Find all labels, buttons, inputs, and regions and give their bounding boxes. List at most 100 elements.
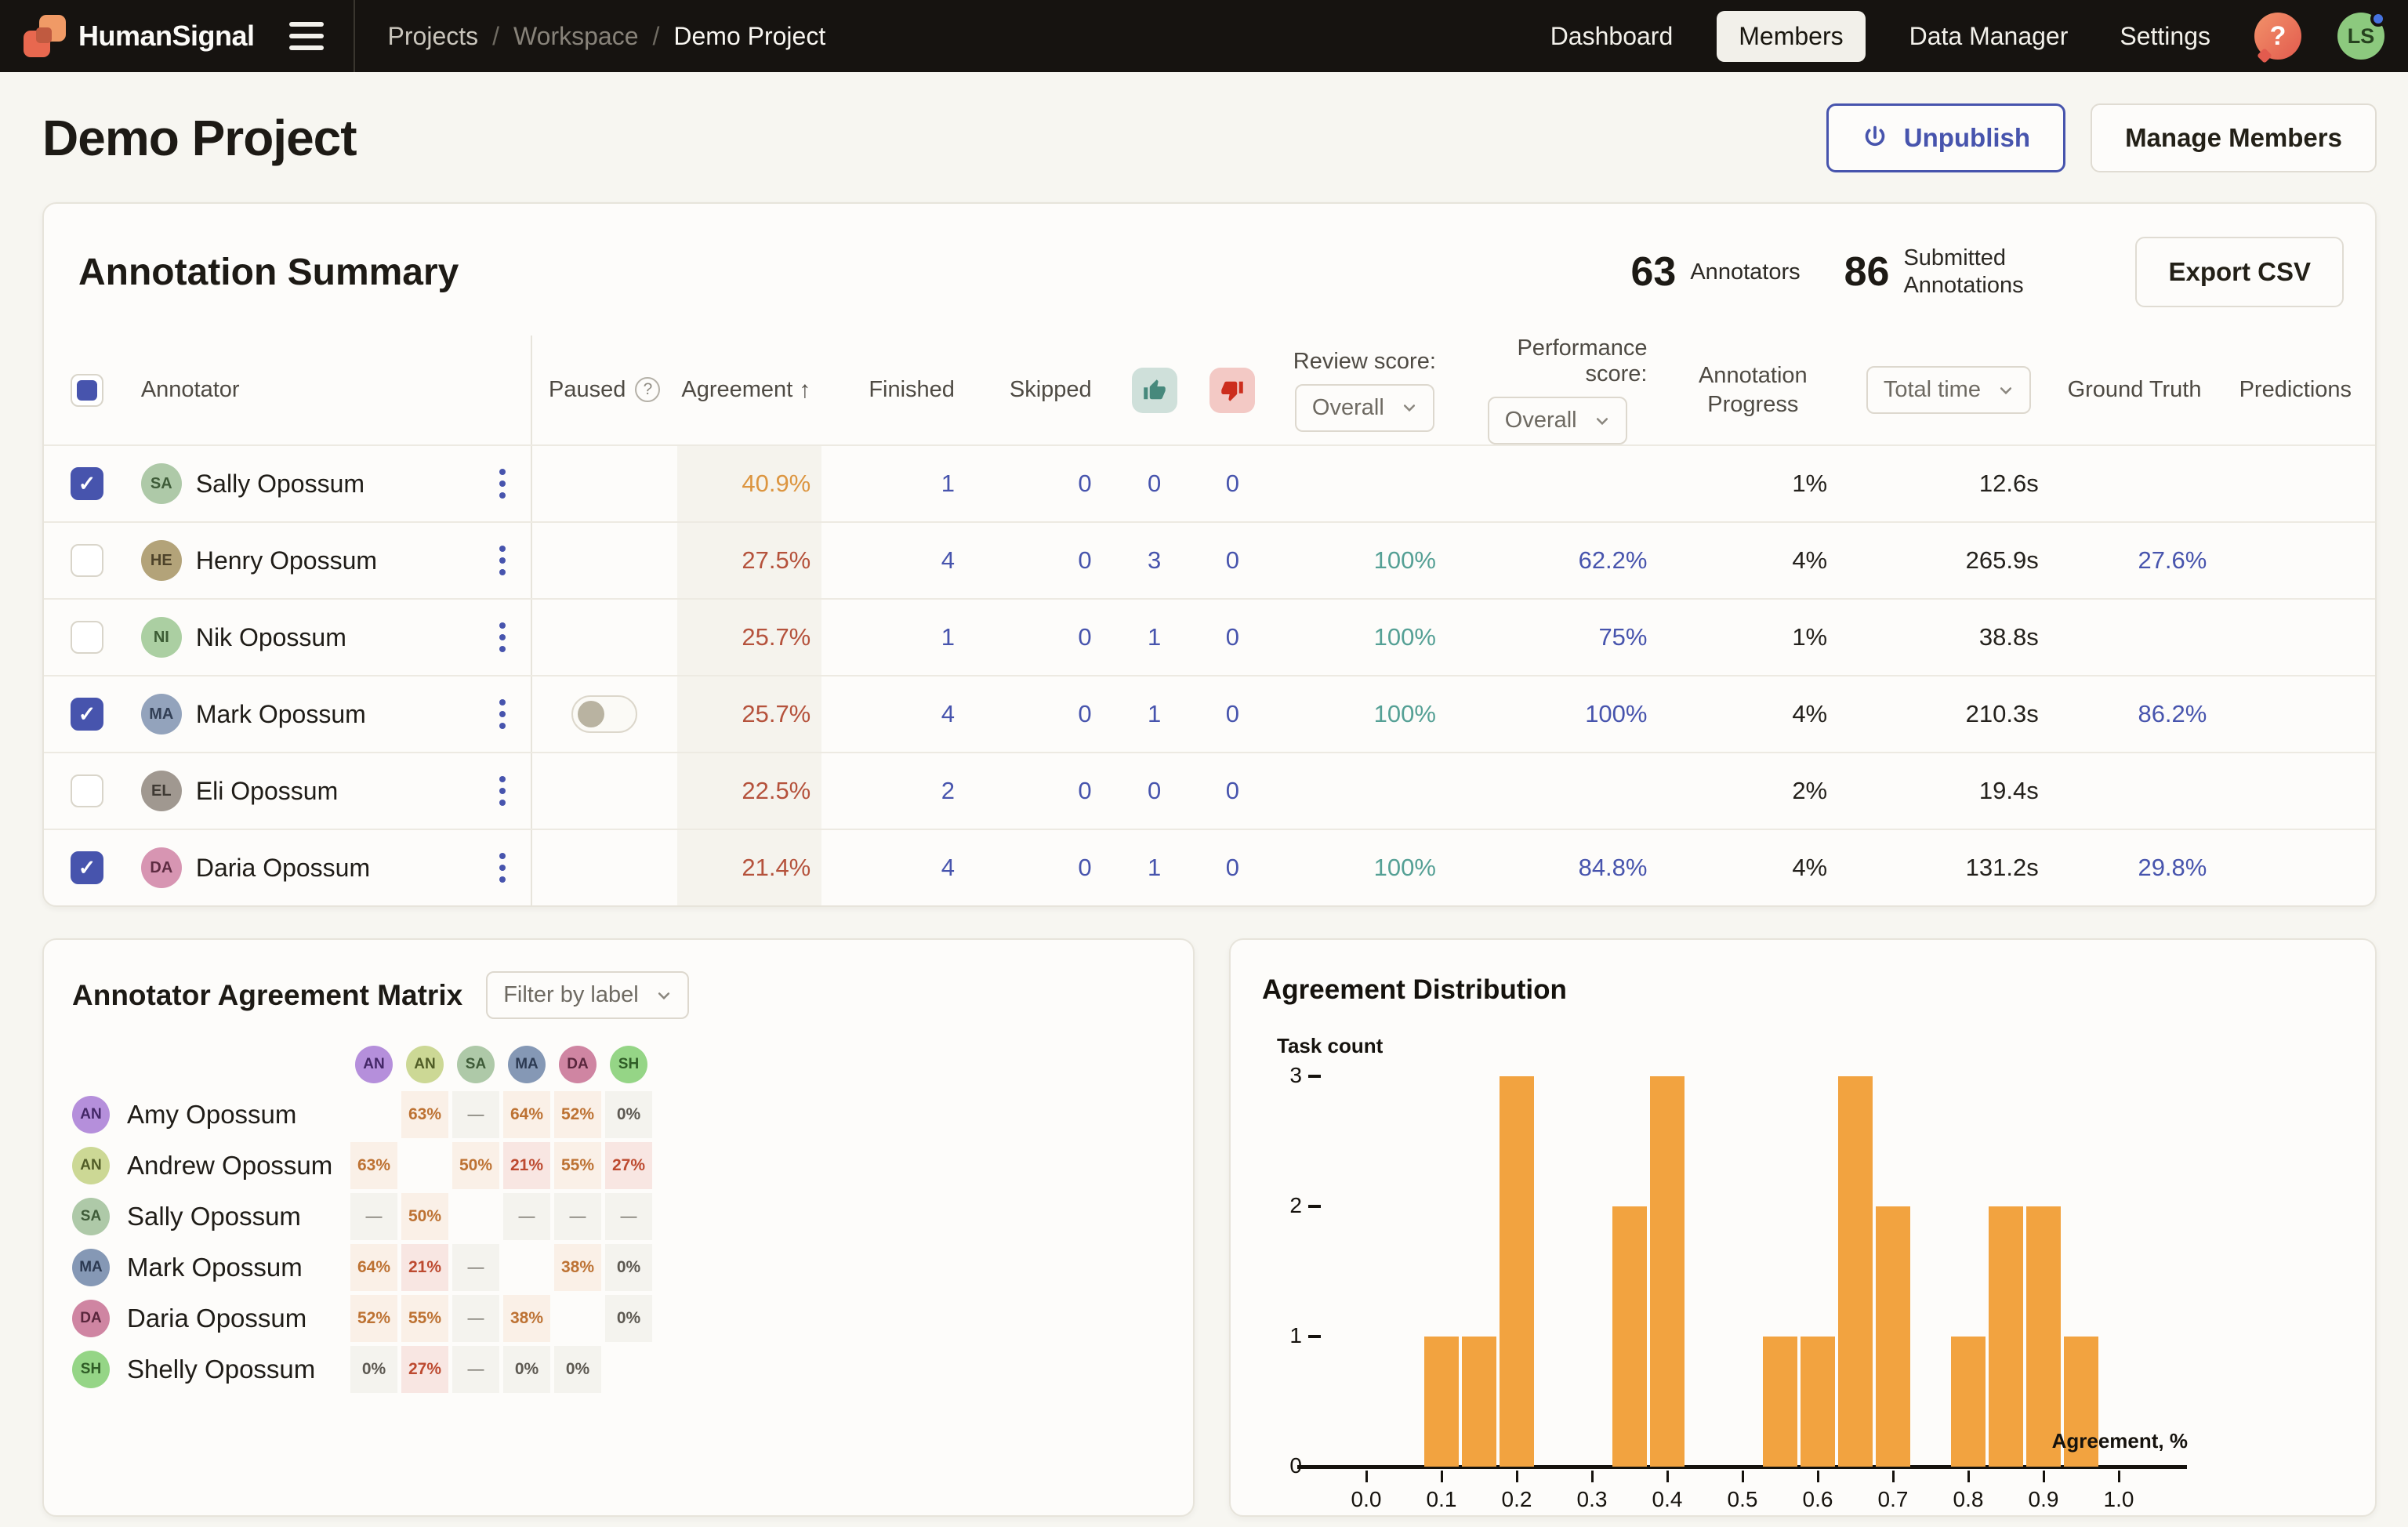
thumbs-up-count-value: 0: [1148, 470, 1161, 497]
agreement-value: 25.7%: [742, 700, 811, 728]
y-tick-mark: [1308, 1465, 1321, 1468]
matrix-cell: —: [452, 1346, 499, 1393]
chart-bar: [1989, 1206, 2022, 1467]
row-checkbox[interactable]: ✓: [71, 467, 103, 500]
header-annotator: Annotator: [141, 336, 532, 444]
x-tick-label: 0.8: [1933, 1487, 2004, 1512]
annotator-avatar: AN: [72, 1147, 110, 1184]
annotator-avatar: SA: [141, 463, 182, 504]
thumbs-down-count: 0: [1193, 546, 1271, 575]
matrix-row-label: SHShelly Opossum: [72, 1351, 350, 1388]
header-predictions: Predictions: [2214, 377, 2352, 403]
breadcrumb-workspace[interactable]: Workspace: [513, 22, 638, 51]
thumbs-down-icon: [1209, 368, 1255, 413]
y-tick-label: 2: [1263, 1193, 1302, 1218]
x-tick-mark: [1441, 1471, 1443, 1482]
matrix-cell: —: [452, 1244, 499, 1291]
row-menu-button[interactable]: [493, 462, 512, 505]
row-checkbox[interactable]: [71, 621, 103, 654]
header-select-cell: [71, 374, 141, 407]
finished-value: 4: [941, 546, 955, 574]
manage-members-button[interactable]: Manage Members: [2091, 103, 2377, 172]
y-tick-mark: [1308, 1075, 1321, 1078]
filter-by-label-dropdown[interactable]: Filter by label: [486, 971, 688, 1019]
row-checkbox[interactable]: ✓: [71, 851, 103, 884]
hamburger-menu-icon[interactable]: [289, 22, 324, 50]
matrix-cell: —: [452, 1091, 499, 1138]
row-select-cell: [71, 621, 141, 654]
row-menu-button[interactable]: [493, 539, 512, 582]
row-menu-button[interactable]: [493, 847, 512, 889]
x-tick-mark: [2118, 1471, 2120, 1482]
nav-members[interactable]: Members: [1717, 11, 1865, 62]
chart-bar: [1876, 1206, 1909, 1467]
matrix-row-label: MAMark Opossum: [72, 1249, 350, 1286]
review-score: 100%: [1271, 700, 1467, 728]
x-tick-mark: [1742, 1471, 1744, 1482]
header-finished: Finished: [821, 377, 978, 403]
nav-data-manager[interactable]: Data Manager: [1902, 11, 2076, 62]
total-time-dropdown[interactable]: Total time: [1866, 366, 2031, 414]
annotator-name: Daria Opossum: [196, 854, 370, 883]
agreement-distribution-card: Agreement Distribution Task count 01230.…: [1229, 938, 2377, 1517]
x-tick-mark: [1516, 1471, 1518, 1482]
paused-help-icon[interactable]: ?: [635, 377, 660, 402]
thumbs-down-count-value: 0: [1226, 700, 1239, 727]
annotation-progress: 2%: [1678, 777, 1859, 805]
row-checkbox[interactable]: ✓: [71, 698, 103, 731]
performance-score-value: 84.8%: [1579, 854, 1648, 881]
paused-cell: [532, 695, 677, 733]
row-menu-button[interactable]: [493, 770, 512, 812]
paused-toggle[interactable]: [571, 695, 637, 733]
annotator-name: Mark Opossum: [127, 1253, 303, 1282]
table-row: ELEli Opossum22.5%20002%19.4s: [44, 752, 2375, 829]
annotation-progress-value: 1%: [1792, 470, 1827, 497]
row-checkbox[interactable]: [71, 774, 103, 807]
matrix-cell: 55%: [554, 1142, 601, 1189]
review-score: 100%: [1271, 623, 1467, 651]
finished-value: 1: [941, 470, 955, 497]
annotator-avatar: DA: [559, 1046, 597, 1083]
export-csv-button[interactable]: Export CSV: [2135, 237, 2344, 307]
annotator-header-label: Annotator: [141, 377, 240, 403]
matrix-column-avatar: AN: [401, 1046, 448, 1083]
matrix-cell: 21%: [503, 1142, 550, 1189]
matrix-column-avatar: SH: [605, 1046, 652, 1083]
nav-settings[interactable]: Settings: [2112, 11, 2218, 62]
annotation-progress-value: 4%: [1792, 854, 1827, 881]
review-score-dropdown[interactable]: Overall: [1295, 384, 1434, 432]
row-menu-button[interactable]: [493, 616, 512, 658]
breadcrumb-projects[interactable]: Projects: [388, 22, 479, 51]
nav-dashboard[interactable]: Dashboard: [1543, 11, 1681, 62]
row-menu-button[interactable]: [493, 693, 512, 735]
thumbs-up-count-value: 1: [1148, 854, 1161, 881]
header-agreement[interactable]: Agreement ↑: [677, 336, 822, 444]
table-body: ✓SASally Opossum40.9%10001%12.6sHEHenry …: [44, 444, 2375, 905]
performance-score-dropdown[interactable]: Overall: [1488, 397, 1627, 444]
unpublish-button[interactable]: Unpublish: [1826, 103, 2065, 172]
submitted-count: 86: [1844, 248, 1890, 296]
row-checkbox[interactable]: [71, 544, 103, 577]
annotators-stat: 63 Annotators: [1631, 248, 1801, 296]
annotation-progress: 1%: [1678, 470, 1859, 498]
brand[interactable]: HumanSignal: [24, 15, 255, 57]
finished: 1: [821, 470, 978, 498]
matrix-head: Annotator Agreement Matrix Filter by lab…: [72, 971, 1165, 1019]
table-header: Annotator Paused ? Agreement ↑ Finished …: [44, 336, 2375, 444]
performance-score-value: 62.2%: [1579, 546, 1648, 574]
chevron-down-icon: [1998, 383, 2014, 398]
matrix-cell: 0%: [503, 1346, 550, 1393]
agreement-value: 40.9%: [742, 470, 811, 498]
skipped: 0: [978, 470, 1115, 498]
page: Demo Project Unpublish Manage Members An…: [0, 103, 2408, 1517]
user-avatar[interactable]: LS: [2337, 13, 2384, 60]
help-icon[interactable]: ?: [2254, 13, 2301, 60]
chart-bar: [1500, 1076, 1533, 1467]
total-time: 38.8s: [1859, 623, 2062, 651]
performance-score: 84.8%: [1467, 854, 1679, 882]
table-row: ✓DADaria Opossum21.4%4010100%84.8%4%131.…: [44, 829, 2375, 905]
matrix-cell: 64%: [503, 1091, 550, 1138]
matrix-cell: 63%: [401, 1091, 448, 1138]
select-all-checkbox[interactable]: [71, 374, 103, 407]
skipped: 0: [978, 546, 1115, 575]
